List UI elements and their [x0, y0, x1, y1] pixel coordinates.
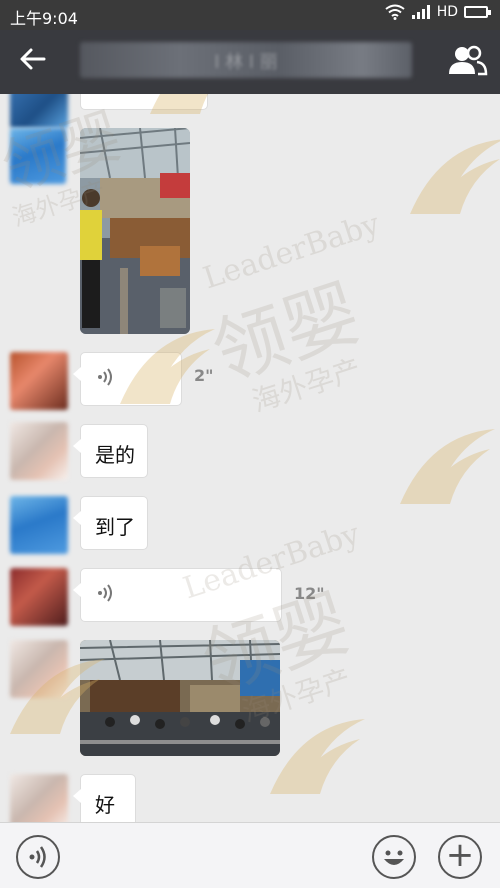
voice-input-icon	[29, 846, 46, 868]
image-message[interactable]	[80, 640, 280, 756]
voice-input-button[interactable]	[16, 835, 60, 879]
plus-icon: +	[445, 835, 475, 875]
watermark-cn-name: 领婴	[202, 269, 370, 398]
chat-title: l 林 l 丽	[214, 52, 278, 73]
watermark-tagline: 海外孕产	[248, 352, 365, 419]
avatar[interactable]	[10, 568, 68, 626]
plus-button[interactable]: +	[438, 835, 482, 879]
message-text: 是的	[95, 443, 135, 467]
status-icons: HD	[385, 4, 491, 20]
voice-wave-icon	[98, 584, 112, 602]
watermark-wing-icon	[400, 429, 495, 504]
watermark-brand: LeaderBaby	[199, 206, 384, 297]
battery-icon	[464, 6, 491, 18]
status-time: 上午9:04	[10, 9, 78, 28]
avatar[interactable]	[10, 352, 68, 410]
avatar[interactable]	[10, 496, 68, 554]
voice-duration: 12"	[294, 584, 325, 603]
chat-header: l 林 l 丽	[0, 30, 500, 94]
image-message[interactable]	[80, 128, 190, 334]
group-people-icon	[449, 45, 488, 76]
photo-terminal-hall	[80, 640, 280, 756]
avatar[interactable]	[10, 640, 68, 698]
input-bar: +	[0, 822, 500, 888]
signal-icon	[411, 5, 430, 19]
voice-message[interactable]	[73, 352, 182, 406]
message-text: 好	[95, 793, 115, 817]
arrow-left-icon	[20, 48, 46, 70]
status-bar: 上午9:04 HD	[0, 0, 500, 30]
wifi-icon	[385, 4, 405, 20]
group-info-button[interactable]	[448, 44, 488, 80]
watermark-wing-icon	[410, 139, 500, 214]
text-message[interactable]: 好	[73, 774, 136, 822]
avatar[interactable]	[10, 128, 66, 184]
chat-area[interactable]: 2" 是的 到了 12" 好 LeaderBaby 领婴 海外孕产 Leader…	[0, 94, 500, 822]
avatar[interactable]	[10, 774, 68, 822]
avatar[interactable]	[10, 94, 68, 128]
network-type: HD	[436, 4, 458, 20]
voice-duration: 2"	[194, 366, 214, 385]
avatar[interactable]	[10, 422, 68, 480]
message-bubble[interactable]	[80, 94, 208, 110]
emoji-icon	[384, 850, 404, 865]
message-text: 到了	[95, 515, 135, 539]
voice-message[interactable]	[73, 568, 282, 622]
emoji-button[interactable]	[372, 835, 416, 879]
voice-wave-icon	[98, 368, 112, 386]
text-message[interactable]: 是的	[73, 424, 148, 478]
text-message[interactable]: 到了	[73, 496, 148, 550]
photo-market	[80, 128, 190, 334]
back-button[interactable]	[18, 44, 54, 80]
